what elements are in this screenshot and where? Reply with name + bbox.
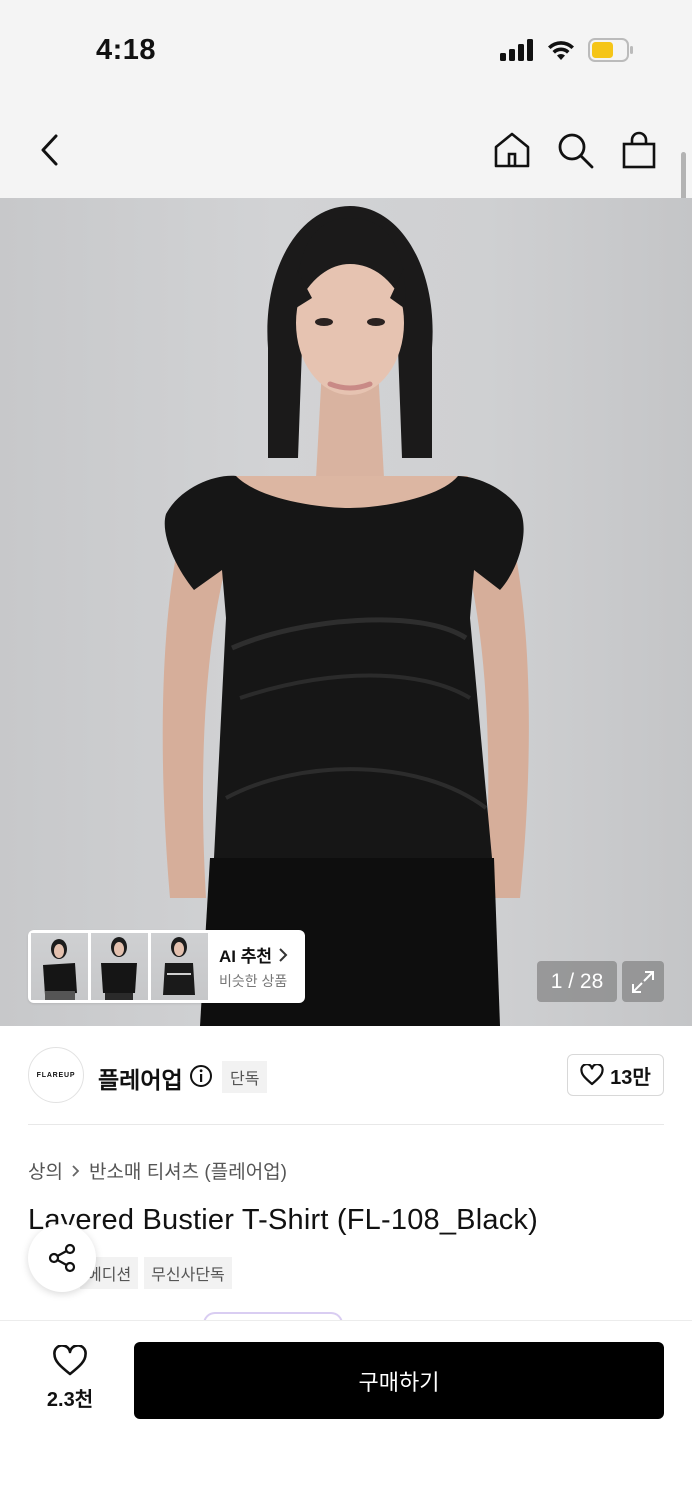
status-icons [500, 38, 634, 62]
status-time: 4:18 [96, 34, 157, 66]
exclusive-badge: 단독 [222, 1061, 268, 1093]
chevron-right-icon [72, 1164, 80, 1177]
info-icon [190, 1065, 212, 1087]
ai-recommend-text[interactable]: AI 추천 비슷한 상품 [219, 942, 288, 991]
brand-info-button[interactable] [189, 1064, 213, 1093]
product-main-image[interactable]: 1 / 28 [0, 198, 692, 1026]
ai-thumbnail[interactable] [31, 933, 88, 1000]
search-button[interactable] [553, 128, 597, 172]
ai-recommend-card[interactable]: AI 추천 비슷한 상품 [28, 930, 305, 1003]
back-button[interactable] [28, 128, 72, 172]
ai-recommend-title: AI 추천 [219, 947, 273, 966]
shopping-bag-icon [622, 131, 656, 169]
breadcrumb: 상의 반소매 티셔츠 (플레어업) [28, 1157, 287, 1184]
home-icon [494, 132, 530, 168]
brand-like-button[interactable]: 13만 [567, 1054, 664, 1096]
chevron-left-icon [41, 134, 58, 166]
cart-button[interactable] [617, 128, 661, 172]
status-bar: 4:18 [0, 0, 692, 100]
product-title: Layered Bustier T-Shirt (FL-108_Black) [28, 1204, 538, 1236]
ai-recommend-subtitle: 비슷한 상품 [219, 973, 288, 989]
breadcrumb-item[interactable]: 반소매 티셔츠 (플레어업) [89, 1157, 287, 1184]
share-icon [48, 1243, 76, 1273]
heart-icon [53, 1345, 87, 1376]
search-icon [558, 133, 594, 169]
brand-name[interactable]: 플레어업 [98, 1061, 183, 1095]
wishlist-count: 2.3천 [46, 1389, 94, 1411]
wifi-icon [548, 41, 574, 60]
ai-thumbnail[interactable] [91, 933, 148, 1000]
brand-like-count: 13만 [610, 1066, 651, 1089]
product-tag: 무신사단독 [144, 1257, 232, 1289]
wishlist-button[interactable]: 2.3천 [36, 1345, 104, 1412]
image-counter: 1 / 28 [537, 961, 617, 1002]
share-button[interactable] [28, 1224, 96, 1292]
top-nav [0, 100, 692, 198]
model-photo [162, 206, 529, 1026]
heart-icon [580, 1064, 604, 1086]
home-button[interactable] [490, 128, 534, 172]
chevron-right-icon [279, 947, 288, 962]
breadcrumb-item[interactable]: 상의 [28, 1157, 63, 1184]
buy-button[interactable]: 구매하기 [134, 1342, 664, 1419]
brand-logo[interactable]: FLAREUP [28, 1047, 84, 1103]
signal-icon [500, 39, 533, 61]
ai-thumbnail[interactable] [151, 933, 208, 1000]
expand-image-button[interactable] [622, 961, 664, 1002]
expand-icon [632, 970, 654, 993]
divider [28, 1124, 664, 1125]
battery-icon [588, 38, 633, 62]
